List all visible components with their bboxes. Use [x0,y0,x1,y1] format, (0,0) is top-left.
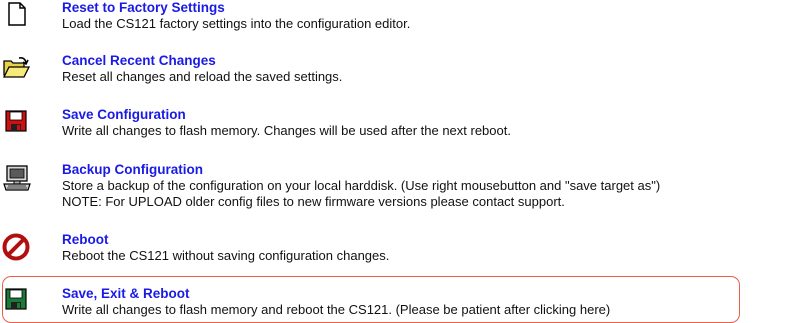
reset-factory-link[interactable]: Reset to Factory Settings [62,0,410,16]
backup-config-text: Backup Configuration Store a backup of t… [62,162,660,210]
backup-config-note: NOTE: For UPLOAD older config files to n… [62,194,565,209]
prohibited-icon[interactable] [2,233,32,265]
save-config-link[interactable]: Save Configuration [62,107,511,123]
computer-icon[interactable] [3,165,33,197]
reset-factory-text: Reset to Factory Settings Load the CS121… [62,0,410,32]
save-config-description: Write all changes to flash memory. Chang… [62,123,511,138]
save-exit-reboot-description: Write all changes to flash memory and re… [62,302,611,317]
reboot-description: Reboot the CS121 without saving configur… [62,248,390,263]
backup-config-link[interactable]: Backup Configuration [62,162,660,178]
cancel-changes-text: Cancel Recent Changes Reset all changes … [62,53,342,85]
open-folder-icon[interactable] [2,55,32,87]
reset-factory-description: Load the CS121 factory settings into the… [62,16,411,31]
save-config-text: Save Configuration Write all changes to … [62,107,511,139]
save-exit-reboot-text: Save, Exit & Reboot Write all changes to… [62,286,610,318]
cancel-changes-description: Reset all changes and reload the saved s… [62,69,343,84]
reboot-text: Reboot Reboot the CS121 without saving c… [62,232,389,264]
cancel-changes-link[interactable]: Cancel Recent Changes [62,53,342,69]
blank-document-icon[interactable] [6,2,36,34]
save-exit-reboot-link[interactable]: Save, Exit & Reboot [62,286,610,302]
config-actions-page: { "items": [ { "title": "Reset to Factor… [0,0,790,323]
green-floppy-disk-icon[interactable] [5,288,35,320]
backup-config-description: Store a backup of the configuration on y… [62,178,661,193]
red-floppy-disk-icon[interactable] [5,110,35,142]
reboot-link[interactable]: Reboot [62,232,389,248]
